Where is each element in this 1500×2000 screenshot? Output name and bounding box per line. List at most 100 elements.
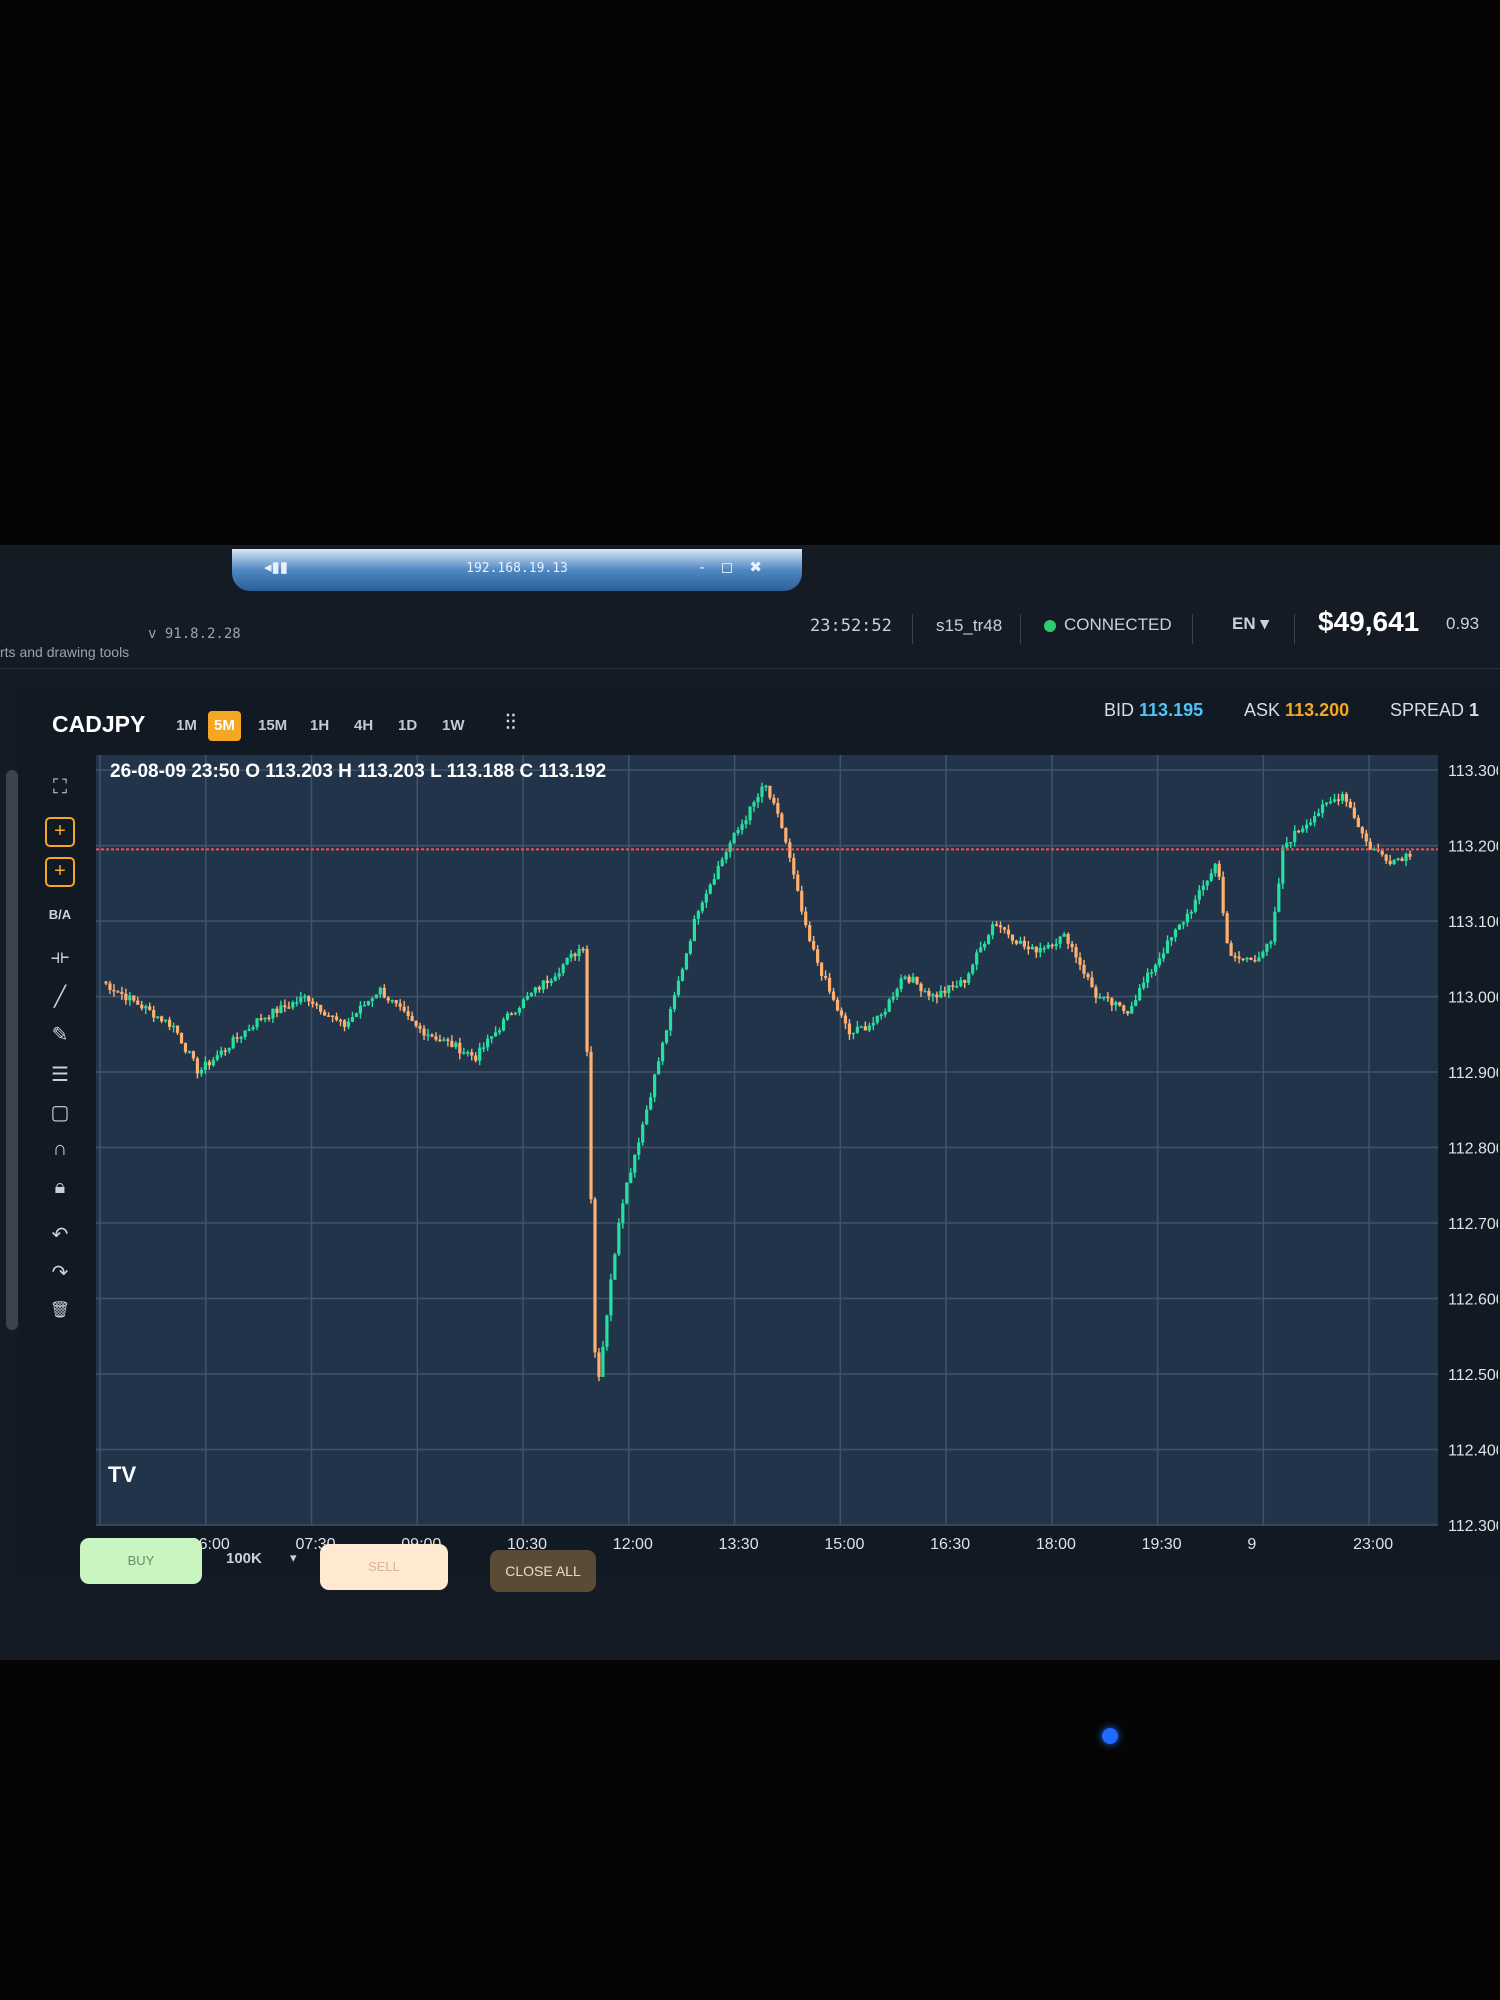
remote-desktop-bar[interactable]: ◂▮▮ 192.168.19.13 - ◻ ✖ xyxy=(232,549,802,591)
candle-body xyxy=(430,1034,434,1037)
candle-body xyxy=(1301,828,1305,832)
candle-body xyxy=(1205,880,1209,886)
candle-body xyxy=(537,987,541,990)
candle-body xyxy=(1313,815,1317,823)
candle-body xyxy=(919,983,923,992)
candle-body xyxy=(1146,972,1150,983)
candle-body xyxy=(140,1004,144,1009)
window-controls-icon[interactable]: - ◻ ✖ xyxy=(700,558,768,576)
candle-body xyxy=(541,980,545,990)
candle-body xyxy=(764,785,768,788)
candlestick-icon[interactable]: ⫶⫶ xyxy=(505,710,516,736)
candle-body xyxy=(879,1014,883,1017)
candle-body xyxy=(251,1027,255,1030)
candle-body xyxy=(104,981,108,984)
candle-body xyxy=(609,1279,613,1316)
candle-body xyxy=(1352,807,1356,818)
status-dot-icon xyxy=(1044,619,1056,632)
candle-body xyxy=(152,1009,156,1018)
candle-body xyxy=(1070,943,1074,948)
y-tick-label: 113.300 xyxy=(1448,763,1498,780)
candle-body xyxy=(243,1030,247,1038)
candle-body xyxy=(1320,804,1325,814)
candle-body xyxy=(1217,863,1221,877)
bid-quote: BID 113.195 xyxy=(1104,700,1203,721)
candle-body xyxy=(903,976,907,979)
candle-body xyxy=(1332,799,1337,802)
candle-body xyxy=(963,980,967,983)
candle-body xyxy=(1054,943,1058,947)
candle-body xyxy=(613,1254,617,1280)
top-bar: rts and drawing tools v 91.8.2.28 23:52:… xyxy=(0,600,1500,669)
candle-body xyxy=(434,1036,438,1040)
candle-body xyxy=(247,1029,251,1031)
candle-body xyxy=(959,980,963,987)
candle-body xyxy=(211,1059,215,1066)
timeframe-1h[interactable]: 1H xyxy=(304,711,335,741)
candle-body xyxy=(911,976,915,983)
candle-body xyxy=(712,879,716,885)
chart-svg[interactable]: 113.300 113.200 113.100 113.000 112.900 112.8… xyxy=(58,755,1500,1565)
candle-body xyxy=(422,1028,426,1036)
candle-body xyxy=(529,992,533,996)
candle-body xyxy=(1157,958,1162,965)
timeframe-1d[interactable]: 1D xyxy=(392,711,423,741)
candle-body xyxy=(291,1002,295,1008)
app-subtitle: rts and drawing tools xyxy=(0,644,130,660)
candle-body xyxy=(597,1352,601,1377)
candle-body xyxy=(1269,941,1273,944)
candle-body xyxy=(971,964,975,974)
candle-body xyxy=(792,857,796,875)
sell-button[interactable]: SELL xyxy=(320,1544,448,1590)
candle-body xyxy=(1181,922,1186,925)
price-chart[interactable]: 113.300 113.200 113.100 113.000 112.900 112.8… xyxy=(58,755,1500,1565)
candle-body xyxy=(688,941,693,954)
account-balance: $49,641 xyxy=(1318,606,1420,637)
chevron-down-icon[interactable]: ▾ xyxy=(290,1550,297,1566)
candle-body xyxy=(1400,858,1404,861)
timeframe-4h[interactable]: 4H xyxy=(348,711,379,741)
candle-body xyxy=(1309,822,1313,825)
timeframe-15m[interactable]: 15M xyxy=(252,711,293,741)
candle-body xyxy=(362,1004,366,1007)
candle-body xyxy=(601,1346,605,1377)
candle-body xyxy=(545,980,549,984)
candle-body xyxy=(1253,959,1257,962)
y-tick-label: 113.100 xyxy=(1448,914,1498,931)
candle-body xyxy=(994,924,999,926)
candle-body xyxy=(1153,964,1158,973)
candle-body xyxy=(128,995,132,1001)
ask-quote: ASK 113.200 xyxy=(1244,700,1349,721)
candle-body xyxy=(414,1021,418,1026)
candle-body xyxy=(625,1182,629,1204)
candle-body xyxy=(446,1039,450,1041)
buy-button[interactable]: BUY xyxy=(80,1538,202,1584)
candle-body xyxy=(402,1006,406,1012)
candle-body xyxy=(1038,947,1042,953)
timeframe-5m[interactable]: 5M xyxy=(208,711,241,741)
symbol-name[interactable]: CADJPY xyxy=(52,711,145,738)
candle-body xyxy=(1018,940,1022,944)
candle-body xyxy=(1316,813,1321,816)
candle-body xyxy=(271,1008,275,1019)
quantity-select[interactable]: 100K xyxy=(226,1550,262,1567)
timeframe-1m[interactable]: 1M xyxy=(170,711,203,741)
sidebar-scrollbar[interactable] xyxy=(6,770,18,1330)
close-all-button[interactable]: CLOSE ALL xyxy=(490,1550,596,1592)
candle-body xyxy=(1014,940,1019,944)
candle-body xyxy=(533,987,537,993)
candle-body xyxy=(1380,850,1384,855)
account-id[interactable]: s15_tr48 xyxy=(936,616,1002,636)
candle-body xyxy=(1142,982,1146,989)
candle-body xyxy=(760,786,764,797)
candle-body xyxy=(820,962,824,977)
candle-body xyxy=(768,785,772,798)
candle-body xyxy=(808,924,812,942)
ohlc-legend: 26-08-09 23:50 O 113.203 H 113.203 L 113… xyxy=(110,761,606,782)
candle-body xyxy=(470,1052,474,1056)
candle-body xyxy=(183,1043,188,1052)
language-select[interactable]: EN ▾ xyxy=(1232,614,1269,634)
candle-body xyxy=(350,1017,355,1022)
timeframe-1w[interactable]: 1W xyxy=(436,711,471,741)
divider xyxy=(1294,614,1295,644)
